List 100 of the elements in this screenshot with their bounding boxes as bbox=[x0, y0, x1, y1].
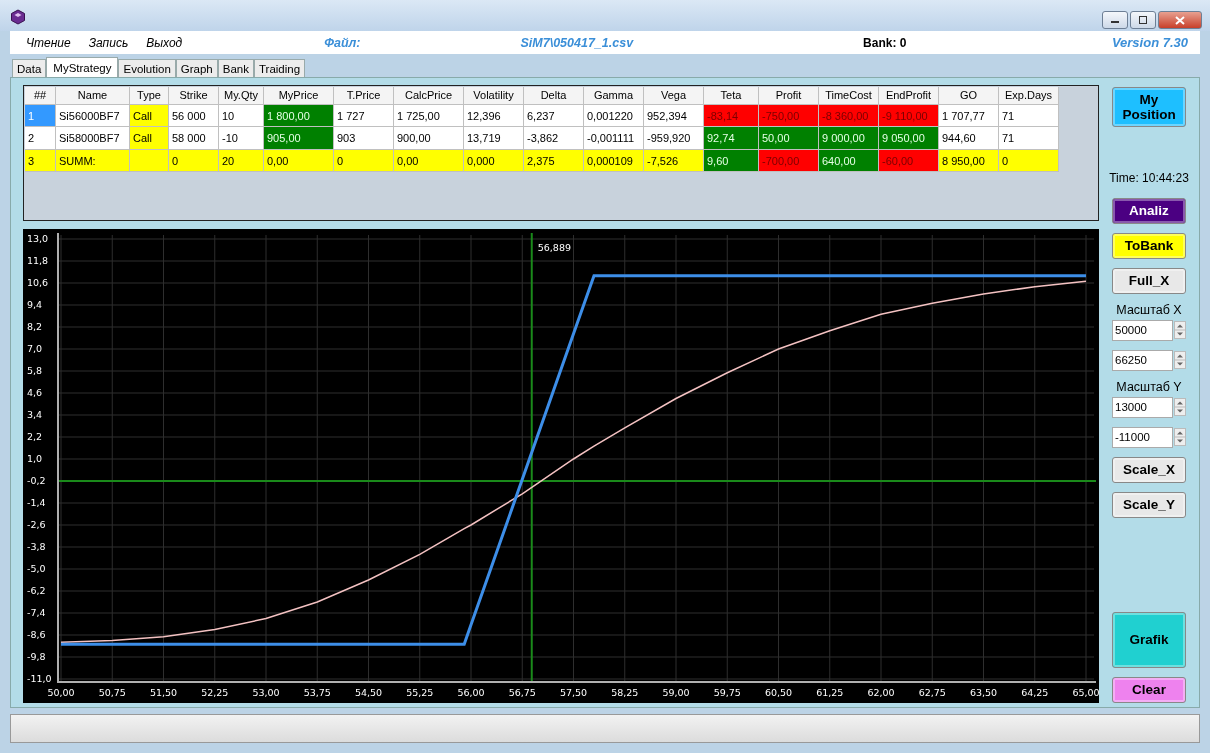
table-cell: 1 800,00 bbox=[264, 104, 334, 128]
column-header[interactable]: Volatility bbox=[464, 86, 524, 105]
action-button[interactable]: Scale_Y bbox=[1112, 491, 1186, 518]
spinner-arrows-icon[interactable] bbox=[1174, 321, 1186, 340]
table-cell: 640,00 bbox=[819, 149, 879, 173]
y-tick-label: 5,8 bbox=[27, 364, 43, 376]
time-label: Time: 10:44:23 bbox=[1109, 170, 1189, 185]
table-cell: 2,375 bbox=[524, 149, 584, 173]
table-cell: -60,00 bbox=[879, 149, 939, 173]
table-cell: -0,001111 bbox=[584, 127, 644, 150]
column-header[interactable]: GO bbox=[939, 86, 999, 105]
table-cell: 3 bbox=[25, 149, 56, 173]
table-cell: 1 727 bbox=[334, 104, 394, 128]
x-tick-label: 56,00 bbox=[457, 686, 485, 698]
number-field[interactable]: 50000 bbox=[1112, 319, 1173, 341]
table-cell: Call bbox=[130, 104, 169, 128]
close-button[interactable] bbox=[1158, 11, 1202, 29]
table-cell: -3,862 bbox=[524, 127, 584, 150]
column-header[interactable]: Delta bbox=[524, 86, 584, 105]
y-tick-label: 7,0 bbox=[27, 342, 43, 354]
column-header[interactable]: Profit bbox=[759, 86, 819, 105]
table-cell: -700,00 bbox=[759, 149, 819, 173]
table-cell: -83,14 bbox=[704, 104, 759, 128]
column-header[interactable]: Name bbox=[56, 86, 130, 105]
menu-item[interactable]: Выход bbox=[146, 35, 183, 50]
column-header[interactable]: Type bbox=[130, 86, 169, 105]
number-field[interactable]: 13000 bbox=[1112, 396, 1173, 418]
column-header[interactable]: ## bbox=[25, 86, 56, 105]
tab[interactable]: Graph bbox=[175, 58, 218, 78]
tab[interactable]: Evolution bbox=[118, 58, 176, 78]
tab[interactable]: Data bbox=[12, 58, 47, 78]
x-tick-label: 59,00 bbox=[662, 686, 690, 698]
column-header[interactable]: Exp.Days bbox=[999, 86, 1059, 105]
x-tick-label: 52,25 bbox=[201, 686, 229, 698]
column-header[interactable]: TimeCost bbox=[819, 86, 879, 105]
x-tick-label: 64,25 bbox=[1021, 686, 1049, 698]
tab[interactable]: Traiding bbox=[253, 58, 306, 78]
spinner-arrows-icon[interactable] bbox=[1174, 398, 1186, 417]
table-cell: Call bbox=[130, 127, 169, 150]
table-cell: 1 bbox=[25, 104, 56, 128]
y-tick-label: 3,4 bbox=[27, 408, 43, 420]
column-header[interactable]: CalcPrice bbox=[394, 86, 464, 105]
y-tick-label: 2,2 bbox=[27, 430, 43, 442]
table-cell: 8 950,00 bbox=[939, 149, 999, 173]
table-cell: 903 bbox=[334, 127, 394, 150]
table-cell: 12,396 bbox=[464, 104, 524, 128]
bank-label: Bank: 0 bbox=[863, 35, 907, 50]
file-name: SiM7\050417_1.csv bbox=[520, 35, 634, 50]
action-button[interactable]: Scale_X bbox=[1112, 456, 1186, 483]
column-header[interactable]: MyPrice bbox=[264, 86, 334, 105]
y-tick-label: -7,4 bbox=[27, 606, 46, 618]
menu-item[interactable]: Чтение bbox=[26, 35, 71, 50]
table-cell: 9,60 bbox=[704, 149, 759, 173]
y-tick-label: 10,6 bbox=[27, 276, 49, 288]
table-cell: 6,237 bbox=[524, 104, 584, 128]
table-cell: 944,60 bbox=[939, 127, 999, 150]
action-button[interactable]: Analiz bbox=[1112, 197, 1186, 224]
menu-item[interactable]: Запись bbox=[88, 35, 129, 50]
x-tick-label: 50,75 bbox=[98, 686, 126, 698]
minimize-button[interactable] bbox=[1102, 11, 1128, 29]
table-cell: 20 bbox=[219, 149, 264, 173]
table-cell: 71 bbox=[999, 127, 1059, 150]
maximize-button[interactable] bbox=[1130, 11, 1156, 29]
table-cell: 10 bbox=[219, 104, 264, 128]
spinner-arrows-icon[interactable] bbox=[1174, 428, 1186, 447]
x-tick-label: 50,00 bbox=[47, 686, 75, 698]
x-tick-label: 56,75 bbox=[508, 686, 536, 698]
version-label: Version 7.30 bbox=[1111, 35, 1188, 51]
x-tick-label: 51,50 bbox=[149, 686, 178, 698]
y-tick-label: -9,8 bbox=[27, 650, 46, 662]
spinner-arrows-icon[interactable] bbox=[1174, 351, 1186, 370]
table-cell: 71 bbox=[999, 104, 1059, 128]
my-position-button[interactable]: My Position bbox=[1112, 86, 1186, 127]
y-tick-label: 4,6 bbox=[27, 386, 43, 398]
scale-label: Масштаб X bbox=[1116, 302, 1182, 317]
number-field[interactable]: -11000 bbox=[1112, 426, 1173, 448]
column-header[interactable]: T.Price bbox=[334, 86, 394, 105]
column-header[interactable]: EndProfit bbox=[879, 86, 939, 105]
x-tick-label: 59,75 bbox=[713, 686, 741, 698]
file-label: Файл: bbox=[324, 35, 361, 50]
number-field[interactable]: 66250 bbox=[1112, 349, 1173, 371]
action-button[interactable]: Grafik bbox=[1112, 611, 1186, 668]
table-cell: 0,001220 bbox=[584, 104, 644, 128]
action-button[interactable]: Full_X bbox=[1112, 267, 1186, 294]
column-header[interactable]: Teta bbox=[704, 86, 759, 105]
y-tick-label: 13,0 bbox=[27, 232, 49, 244]
tab[interactable]: MyStrategy bbox=[46, 56, 119, 78]
tab[interactable]: Bank bbox=[217, 58, 254, 78]
table-cell: 0 bbox=[169, 149, 219, 173]
table-cell: 1 725,00 bbox=[394, 104, 464, 128]
table-cell: 58 000 bbox=[169, 127, 219, 150]
table-cell: 0,00 bbox=[394, 149, 464, 173]
action-button[interactable]: Clear bbox=[1112, 676, 1186, 703]
table-cell: -9 110,00 bbox=[879, 104, 939, 128]
column-header[interactable]: Gamma bbox=[584, 86, 644, 105]
x-tick-label: 54,50 bbox=[354, 686, 383, 698]
action-button[interactable]: ToBank bbox=[1112, 232, 1186, 259]
column-header[interactable]: Vega bbox=[644, 86, 704, 105]
column-header[interactable]: My.Qty bbox=[219, 86, 264, 105]
column-header[interactable]: Strike bbox=[169, 86, 219, 105]
